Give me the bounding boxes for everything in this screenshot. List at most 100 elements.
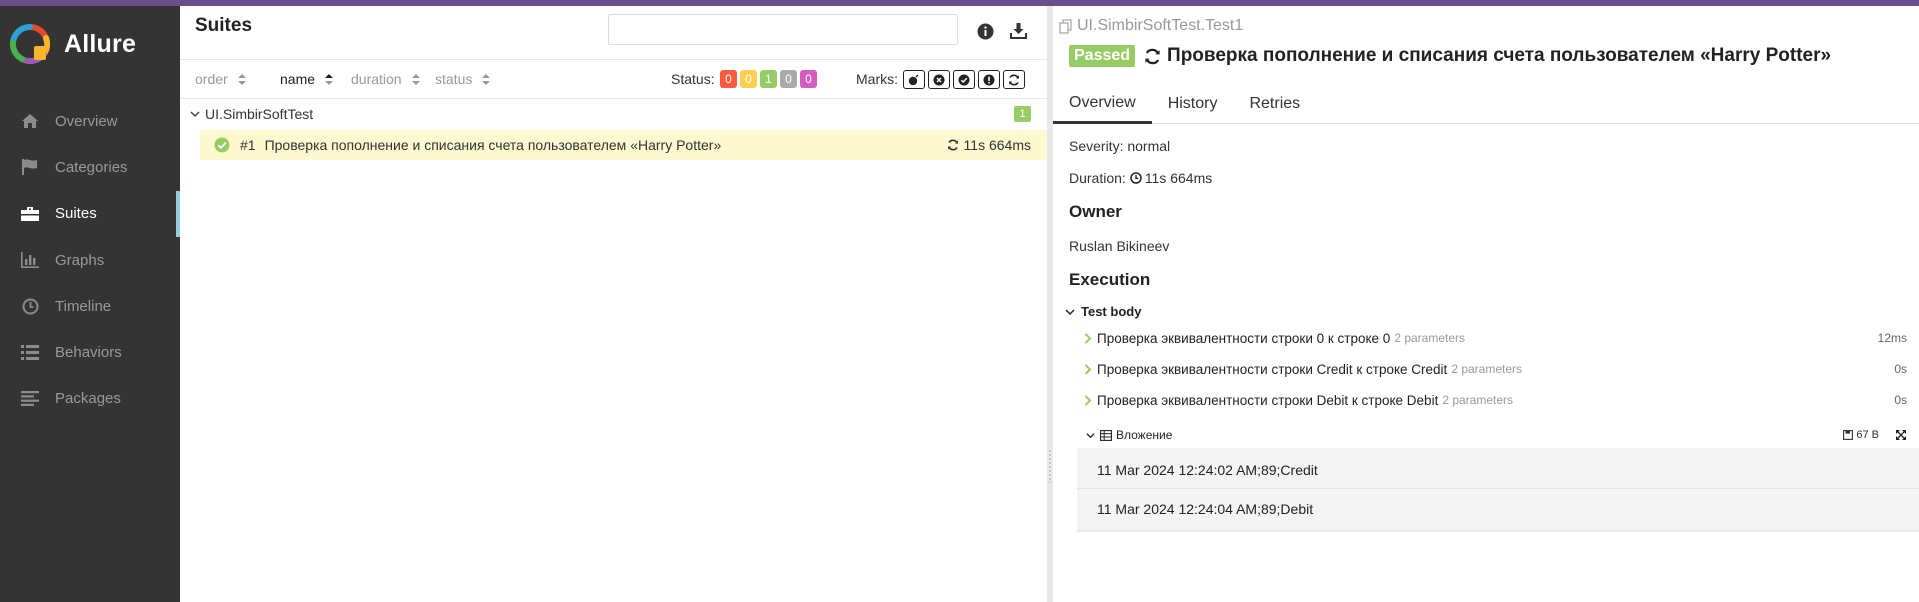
sidebar-item-overview[interactable]: Overview bbox=[0, 98, 180, 144]
chevron-right-icon bbox=[1084, 332, 1092, 344]
duration-label: Duration: bbox=[1069, 170, 1126, 186]
step-name: Проверка эквивалентности строки Debit к … bbox=[1097, 392, 1439, 408]
owner-name: Ruslan Bikineev bbox=[1069, 238, 1170, 254]
attachment-size-value: 67 B bbox=[1856, 429, 1879, 441]
step-row[interactable]: Проверка эквивалентности строки 0 к стро… bbox=[1084, 327, 1919, 349]
tab-history[interactable]: History bbox=[1152, 84, 1234, 124]
mark-new-broken-button[interactable] bbox=[978, 70, 1000, 89]
sidebar-item-packages[interactable]: Packages bbox=[0, 376, 180, 422]
mark-retries-button[interactable] bbox=[1003, 70, 1025, 89]
test-title: Проверка пополнение и списания счета пол… bbox=[1167, 45, 1832, 66]
sidebar-item-timeline[interactable]: Timeline bbox=[0, 283, 180, 329]
sidebar-item-behaviors[interactable]: Behaviors bbox=[0, 329, 180, 375]
sidebar-item-label: Packages bbox=[55, 390, 121, 408]
step-params: 2 parameters bbox=[1451, 362, 1523, 376]
test-body-label: Test body bbox=[1081, 304, 1142, 319]
sort-order[interactable]: order bbox=[195, 71, 246, 87]
suite-group: UI.SimbirSoftTest 1 #1 Проверка пополнен… bbox=[180, 100, 1047, 160]
sort-duration-label: duration bbox=[351, 71, 402, 87]
step-row[interactable]: Проверка эквивалентности строки Debit к … bbox=[1084, 389, 1919, 411]
sort-icon bbox=[482, 73, 491, 85]
refresh-icon bbox=[1144, 48, 1161, 65]
divider bbox=[1077, 488, 1919, 489]
briefcase-icon bbox=[19, 204, 41, 224]
brand[interactable]: Allure bbox=[10, 22, 136, 66]
attachment-line: 11 Mar 2024 12:24:02 AM;89;Credit bbox=[1097, 462, 1318, 478]
step-params: 2 parameters bbox=[1394, 331, 1466, 345]
result-tabs: Overview History Retries bbox=[1053, 84, 1919, 124]
step-duration: 12ms bbox=[1877, 331, 1907, 345]
sort-icon bbox=[411, 73, 420, 85]
sort-name[interactable]: name bbox=[280, 71, 334, 87]
attachment-row[interactable]: Вложение 67 B bbox=[1086, 425, 1919, 445]
status-filter-badges: 0 0 1 0 0 bbox=[720, 70, 817, 88]
tab-retries[interactable]: Retries bbox=[1233, 84, 1316, 124]
download-button[interactable] bbox=[1006, 19, 1030, 43]
duration-value: 11s 664ms bbox=[1144, 170, 1213, 186]
sidebar-nav: Overview Categories Suites Graphs Timeli… bbox=[0, 98, 180, 422]
status-badge-skipped[interactable]: 0 bbox=[780, 70, 797, 88]
sidebar-item-categories[interactable]: Categories bbox=[0, 144, 180, 190]
sidebar-item-graphs[interactable]: Graphs bbox=[0, 237, 180, 283]
sidebar-item-label: Behaviors bbox=[55, 344, 122, 362]
breadcrumb[interactable]: UI.SimbirSoftTest.Test1 bbox=[1059, 17, 1243, 35]
sidebar-item-label: Overview bbox=[55, 112, 118, 130]
sidebar-item-suites[interactable]: Suites bbox=[0, 190, 180, 238]
info-button[interactable] bbox=[973, 19, 997, 43]
home-icon bbox=[19, 111, 41, 131]
splitter-grip bbox=[1048, 449, 1052, 483]
tab-overview[interactable]: Overview bbox=[1053, 84, 1152, 124]
status-filter-label: Status: bbox=[671, 71, 715, 87]
check-circle-icon bbox=[214, 137, 230, 153]
suite-header[interactable]: UI.SimbirSoftTest 1 bbox=[180, 100, 1047, 128]
test-result-pane: UI.SimbirSoftTest.Test1 Passed Проверка … bbox=[1053, 6, 1919, 602]
status-badge-unknown[interactable]: 0 bbox=[800, 70, 817, 88]
suites-pane: Suites order name duration status Status… bbox=[180, 6, 1047, 602]
suite-name: UI.SimbirSoftTest bbox=[205, 106, 314, 122]
status-badge-passed[interactable]: 1 bbox=[760, 70, 777, 88]
owner-heading: Owner bbox=[1069, 202, 1122, 221]
table-icon bbox=[1100, 429, 1112, 441]
attachment-line: 11 Mar 2024 12:24:04 AM;89;Debit bbox=[1097, 501, 1314, 517]
bomb-icon bbox=[908, 74, 919, 85]
breadcrumb-text: UI.SimbirSoftTest.Test1 bbox=[1077, 17, 1244, 34]
allure-logo bbox=[10, 24, 50, 64]
test-body-toggle[interactable]: Test body bbox=[1065, 304, 1141, 319]
attachment-label: Вложение bbox=[1116, 428, 1173, 442]
suite-count-badge: 1 bbox=[1014, 106, 1031, 122]
test-title-row: Passed Проверка пополнение и списания сч… bbox=[1069, 45, 1831, 67]
mark-new-failed-button[interactable] bbox=[928, 70, 950, 89]
sort-status[interactable]: status bbox=[435, 71, 491, 87]
mark-flaky-button[interactable] bbox=[903, 70, 925, 89]
save-icon bbox=[1843, 430, 1854, 440]
search-input[interactable] bbox=[608, 14, 958, 45]
status-badge-broken[interactable]: 0 bbox=[740, 70, 757, 88]
expand-icon[interactable] bbox=[1895, 429, 1907, 441]
execution-heading: Execution bbox=[1069, 270, 1151, 289]
brand-name: Allure bbox=[64, 29, 137, 58]
test-row[interactable]: #1 Проверка пополнение и списания счета … bbox=[200, 130, 1047, 160]
status-badge-failed[interactable]: 0 bbox=[720, 70, 737, 88]
sort-filter-bar: order name duration status Status: 0 0 1… bbox=[180, 59, 1047, 99]
sort-status-label: status bbox=[435, 71, 473, 87]
sidebar-item-label: Timeline bbox=[55, 297, 112, 315]
clock-icon bbox=[1130, 172, 1142, 184]
step-name: Проверка эквивалентности строки 0 к стро… bbox=[1097, 330, 1391, 346]
step-params: 2 parameters bbox=[1442, 393, 1514, 407]
sidebar: Allure Overview Categories Suites Graphs bbox=[0, 6, 180, 602]
chevron-right-icon bbox=[1084, 394, 1092, 406]
attachment-content: 11 Mar 2024 12:24:02 AM;89;Credit 11 Mar… bbox=[1077, 448, 1919, 532]
sidebar-item-label: Categories bbox=[55, 158, 128, 176]
chevron-down-icon bbox=[1086, 432, 1095, 438]
sort-duration[interactable]: duration bbox=[351, 71, 420, 87]
sort-icon bbox=[325, 73, 334, 85]
download-icon bbox=[1009, 22, 1027, 39]
step-row[interactable]: Проверка эквивалентности строки Credit к… bbox=[1084, 358, 1919, 380]
exclamation-circle-icon bbox=[983, 74, 995, 85]
copy-icon bbox=[1059, 18, 1072, 34]
step-name: Проверка эквивалентности строки Credit к… bbox=[1097, 361, 1448, 377]
sort-icon bbox=[237, 73, 246, 85]
chevron-down-icon bbox=[1065, 308, 1075, 315]
attachment-size: 67 B bbox=[1843, 429, 1879, 441]
mark-new-passed-button[interactable] bbox=[953, 70, 975, 89]
